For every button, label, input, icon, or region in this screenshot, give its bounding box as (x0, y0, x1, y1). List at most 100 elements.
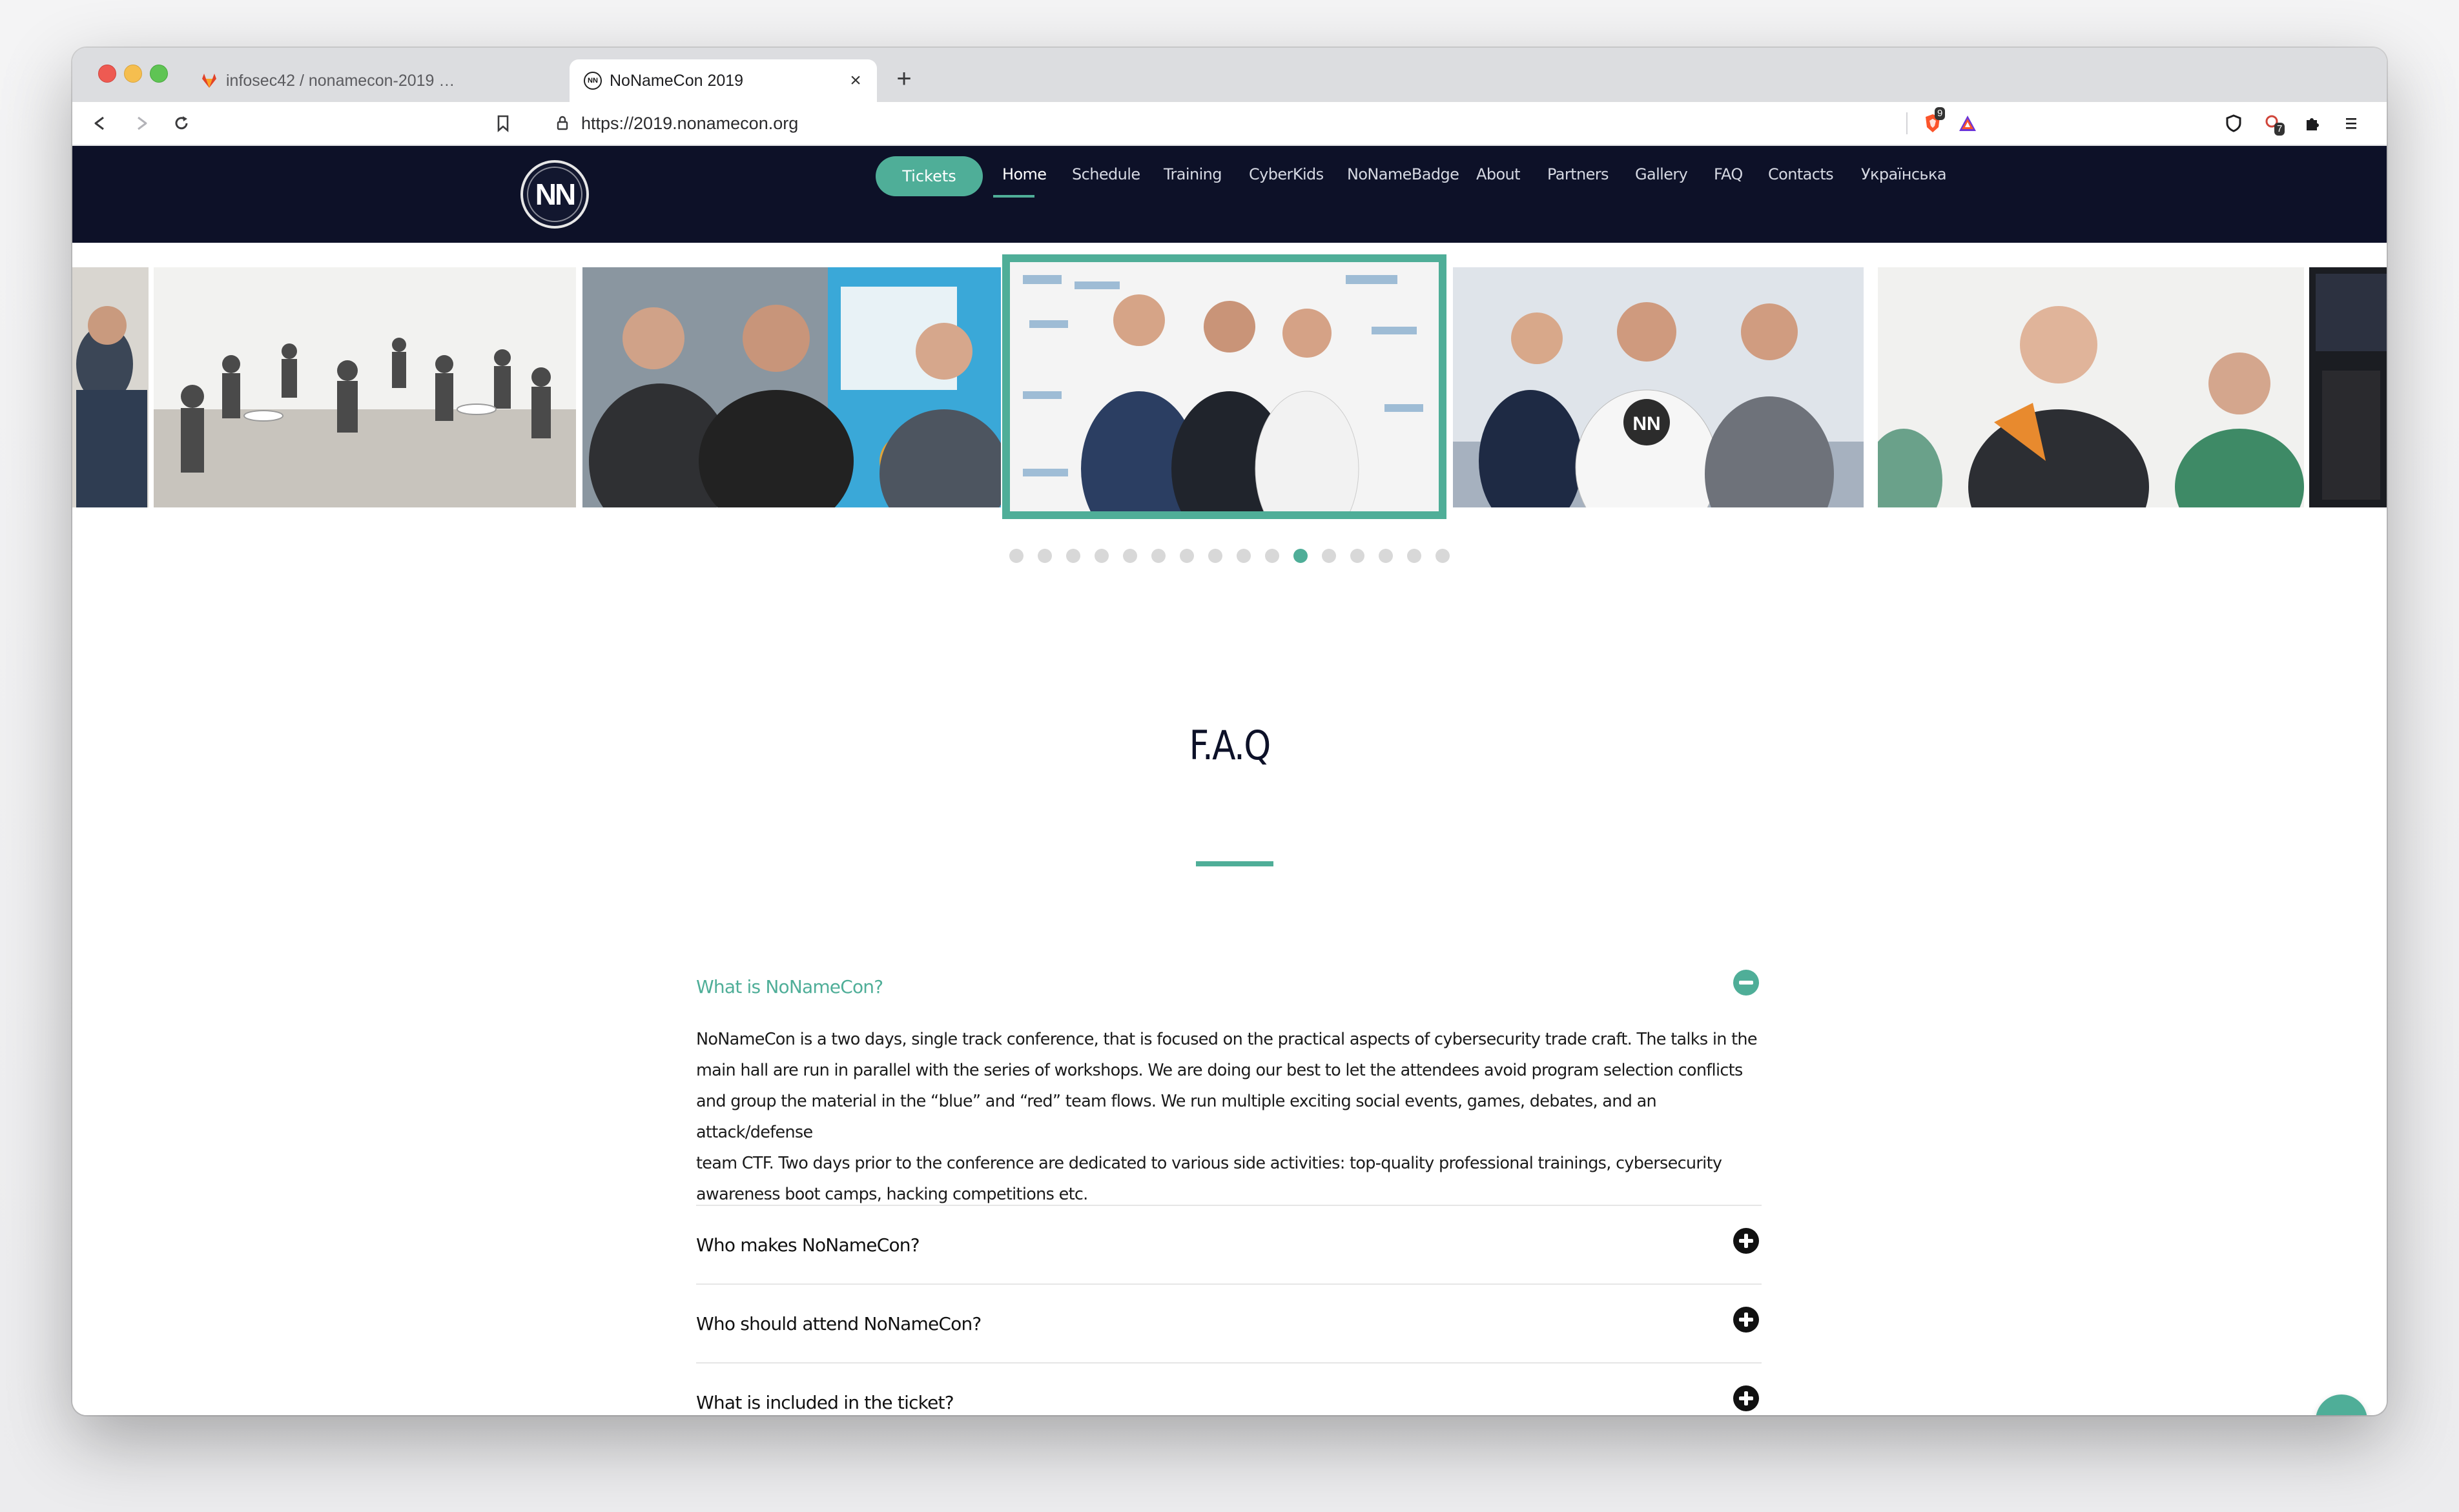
zoom-window-button[interactable] (150, 65, 168, 83)
nav-training[interactable]: Training (1164, 165, 1222, 183)
nav-home[interactable]: Home (1002, 165, 1047, 183)
carousel-active-photo[interactable] (1002, 254, 1446, 519)
faq-answer-line: team CTF. Two days prior to the conferen… (696, 1154, 1722, 1173)
hamburger-menu-icon (2346, 118, 2356, 129)
carousel-dot[interactable] (1237, 549, 1251, 563)
faq-question-who-makes[interactable]: Who makes NoNameCon? (696, 1234, 920, 1256)
event-photo-image (72, 267, 149, 507)
nn-favicon-icon: NN (584, 72, 602, 90)
faq-title-underline (1196, 861, 1273, 866)
bookmark-icon (497, 115, 509, 132)
shield-extension-button[interactable] (2219, 108, 2248, 138)
carousel-photo[interactable] (72, 267, 149, 507)
scroll-to-top-button[interactable] (2316, 1395, 2367, 1415)
chevron-up-icon (2316, 1395, 2367, 1415)
carousel-dot[interactable] (1095, 549, 1109, 563)
nav-gallery[interactable]: Gallery (1635, 165, 1688, 183)
close-window-button[interactable] (98, 65, 116, 83)
event-photo-image (1878, 267, 2304, 507)
browser-toolbar: https://2019.nonamecon.org 9 7 (72, 102, 2387, 146)
carousel-dot[interactable] (1379, 549, 1393, 563)
nav-contacts[interactable]: Contacts (1768, 165, 1834, 183)
carousel-dot[interactable] (1151, 549, 1166, 563)
carousel-dot[interactable] (1407, 549, 1421, 563)
nav-faq[interactable]: FAQ (1714, 165, 1743, 183)
close-tab-icon[interactable]: × (843, 68, 868, 93)
carousel-dot[interactable] (1066, 549, 1080, 563)
shirt-logo-text: NN (1632, 413, 1660, 434)
site-logo[interactable]: NN (520, 160, 589, 229)
tab-label: infosec42 / nonamecon-2019 · GitLab (226, 71, 458, 90)
carousel-photo[interactable] (1878, 267, 2304, 507)
tab-gitlab[interactable]: infosec42 / nonamecon-2019 · GitLab (186, 59, 564, 102)
minimize-window-button[interactable] (124, 65, 142, 83)
event-photo-image: NN (1453, 267, 1864, 507)
puzzle-piece-icon (2307, 118, 2319, 130)
back-arrow-icon (94, 116, 104, 130)
carousel-photo[interactable] (154, 267, 576, 507)
event-photo-image (582, 267, 1001, 507)
carousel-dot[interactable] (1009, 549, 1024, 563)
brave-rewards-button[interactable] (1953, 108, 1982, 138)
carousel-dot[interactable] (1208, 549, 1222, 563)
faq-answer-line: and group the material in the “blue” and… (696, 1092, 1657, 1142)
carousel-dot[interactable] (1265, 549, 1279, 563)
desktop: infosec42 / nonamecon-2019 · GitLab NN N… (0, 0, 2459, 1512)
new-tab-button[interactable]: + (887, 62, 921, 96)
tab-strip: infosec42 / nonamecon-2019 · GitLab NN N… (72, 48, 2387, 102)
carousel-dot[interactable] (1435, 549, 1450, 563)
faq-title: F.A.Q (1189, 722, 1271, 769)
event-photo-image (1010, 262, 1439, 511)
extensions-menu-button[interactable] (2298, 108, 2327, 138)
active-nav-underline (993, 195, 1034, 198)
carousel-dot[interactable] (1350, 549, 1364, 563)
page-viewport: NN Tickets Home Schedule Training CyberK… (72, 146, 2387, 1415)
carousel-photo[interactable] (2309, 267, 2387, 507)
faq-question-ticket[interactable]: What is included in the ticket? (696, 1392, 954, 1413)
faq-divider (696, 1205, 1762, 1206)
site-header: NN Tickets Home Schedule Training CyberK… (72, 146, 2387, 243)
carousel-photo[interactable] (582, 267, 1001, 507)
tab-nonamecon[interactable]: NN NoNameCon 2019 × (570, 59, 877, 102)
lock-icon (557, 116, 568, 130)
rewards-triangle-icon (1959, 116, 1976, 131)
forward-button[interactable] (127, 108, 156, 138)
back-button[interactable] (85, 108, 115, 138)
shields-count-badge: 9 (1935, 107, 1946, 120)
nav-about[interactable]: About (1476, 165, 1521, 183)
faq-question-who-should-attend[interactable]: Who should attend NoNameCon? (696, 1313, 982, 1334)
address-bar[interactable]: https://2019.nonamecon.org 9 (532, 107, 1976, 139)
faq-expand-icon[interactable] (1733, 1385, 1759, 1411)
gitlab-icon (202, 74, 216, 88)
nav-cyberkids[interactable]: CyberKids (1249, 165, 1324, 183)
brave-shields-button[interactable]: 9 (1918, 107, 1948, 138)
nav-partners[interactable]: Partners (1547, 165, 1609, 183)
event-photo-image (154, 267, 576, 507)
carousel-dot-active[interactable] (1293, 549, 1308, 563)
tickets-button[interactable]: Tickets (876, 156, 983, 196)
nav-schedule[interactable]: Schedule (1072, 165, 1140, 183)
carousel-dot[interactable] (1322, 549, 1336, 563)
reload-button[interactable] (167, 108, 196, 138)
faq-expand-icon[interactable] (1733, 1228, 1759, 1254)
carousel-photo[interactable]: NN (1453, 267, 1864, 507)
extension-count-badge: 7 (2274, 123, 2285, 136)
nav-nonamebadge[interactable]: NoNameBadge (1347, 165, 1459, 183)
carousel-dot[interactable] (1038, 549, 1052, 563)
faq-answer-line: NoNameCon is a two days, single track co… (696, 1030, 1758, 1049)
event-photo-image (2309, 267, 2387, 507)
bookmark-button[interactable] (488, 108, 518, 138)
address-bar-separator (1906, 112, 1908, 134)
faq-collapse-icon[interactable] (1733, 970, 1759, 996)
carousel-dot[interactable] (1123, 549, 1137, 563)
faq-expand-icon[interactable] (1733, 1307, 1759, 1333)
browser-menu-button[interactable] (2336, 108, 2366, 138)
faq-question-what-is[interactable]: What is NoNameCon? (696, 976, 883, 997)
carousel-dot[interactable] (1180, 549, 1194, 563)
faq-answer-line: main hall are run in parallel with the s… (696, 1061, 1743, 1080)
extension-button[interactable]: 7 (2259, 108, 2289, 138)
faq-answer: NoNameCon is a two days, single track co… (696, 1024, 1762, 1210)
faq-divider (696, 1283, 1762, 1285)
url-text: https://2019.nonamecon.org (581, 113, 799, 133)
nav-ukrainian[interactable]: Українська (1861, 165, 1947, 183)
